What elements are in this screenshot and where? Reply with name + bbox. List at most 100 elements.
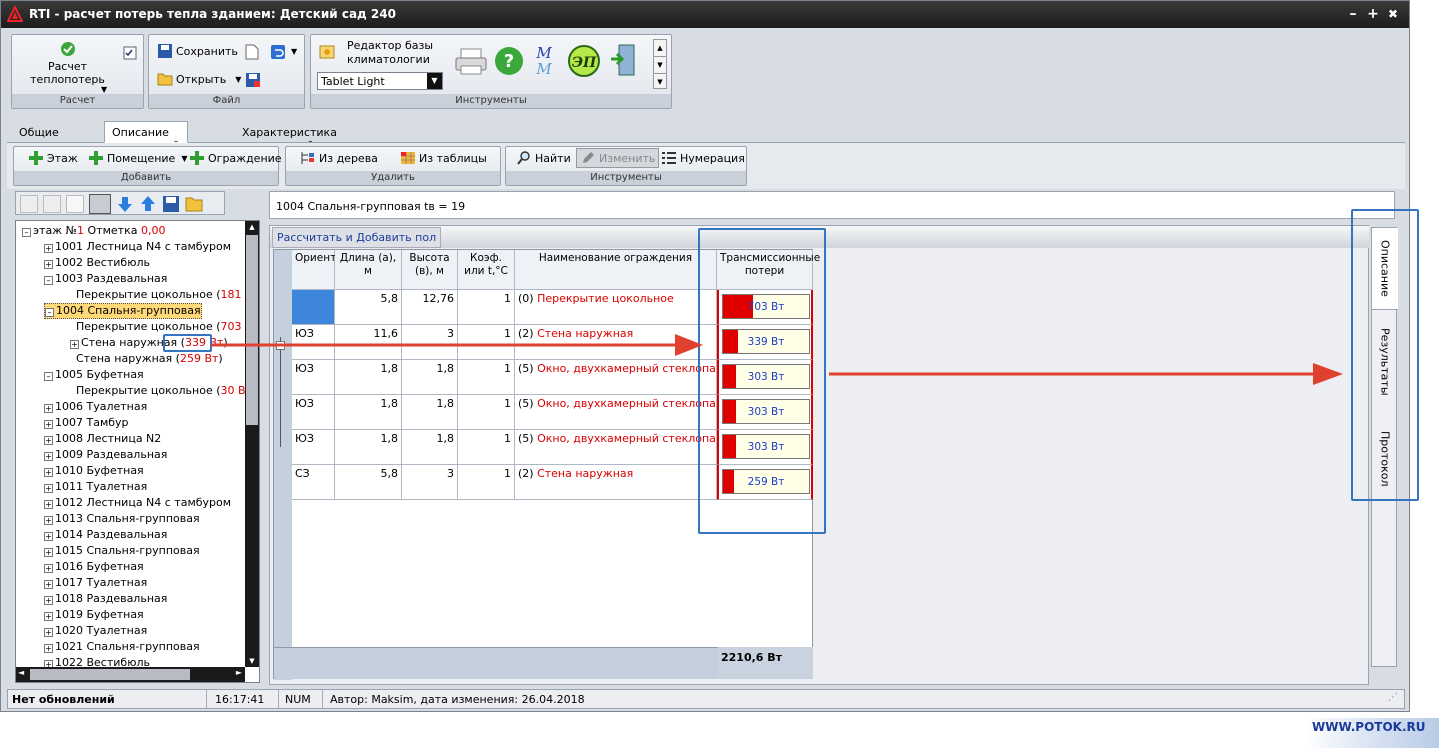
cell-len[interactable]: 1,8 <box>335 360 402 395</box>
tree-item[interactable]: +1008 Лестница N2 <box>44 431 161 447</box>
expand-icon[interactable]: + <box>44 244 53 253</box>
tree-item[interactable]: +1011 Туалетная <box>44 479 147 495</box>
expand-icon[interactable]: + <box>44 580 53 589</box>
tree-item[interactable]: +1014 Раздевальная <box>44 527 167 543</box>
edit-button[interactable]: Изменить <box>576 148 660 168</box>
collapse-icon[interactable]: – <box>44 372 53 381</box>
find-button[interactable]: Найти <box>516 150 571 166</box>
cell-k[interactable]: 1 <box>458 290 515 325</box>
tree-collapse-icon[interactable] <box>43 195 61 213</box>
tree-vscrollbar[interactable]: ▲ ▼ <box>245 221 259 667</box>
tree-item[interactable]: +1002 Вестибюль <box>44 255 150 271</box>
maximize-button[interactable]: + <box>1365 5 1381 23</box>
cell-k[interactable]: 1 <box>458 465 515 500</box>
expand-icon[interactable]: + <box>44 484 53 493</box>
cell-h[interactable]: 1,8 <box>402 360 458 395</box>
close-button[interactable]: ✖ <box>1385 5 1401 23</box>
expand-icon[interactable]: + <box>44 612 53 621</box>
cell-k[interactable]: 1 <box>458 395 515 430</box>
ep-icon[interactable]: ЭП <box>567 44 601 78</box>
minimize-button[interactable]: – <box>1345 5 1361 23</box>
tree-item[interactable]: +1018 Раздевальная <box>44 591 167 607</box>
new-document-icon[interactable] <box>245 44 259 60</box>
add-enclosure-button[interactable]: Ограждение <box>189 150 282 166</box>
column-header[interactable]: Длина (а), м <box>335 250 402 290</box>
tree-scroll-right-icon[interactable]: ► <box>236 668 242 677</box>
tree-item[interactable]: +1012 Лестница N4 с тамбуром <box>44 495 231 511</box>
cell-len[interactable]: 5,8 <box>335 290 402 325</box>
tree-item[interactable]: +1017 Туалетная <box>44 575 147 591</box>
expand-icon[interactable]: + <box>44 516 53 525</box>
tree-item[interactable]: +1021 Спальня-групповая <box>44 639 200 655</box>
scroll-up-icon[interactable]: ▲ <box>654 40 666 56</box>
add-floor-button[interactable]: Этаж <box>28 150 78 166</box>
cell-h[interactable]: 1,8 <box>402 430 458 465</box>
save-button[interactable]: Сохранить <box>157 43 238 59</box>
expand-icon[interactable]: + <box>44 500 53 509</box>
tree-item[interactable]: +1015 Спальня-групповая <box>44 543 200 559</box>
room-field[interactable]: 1004 Спальня-групповая tв = 19 <box>269 191 1395 219</box>
add-room-dropdown-icon[interactable]: ▼ <box>181 154 187 163</box>
expand-icon[interactable]: + <box>44 644 53 653</box>
move-down-icon[interactable] <box>116 195 134 213</box>
cell-k[interactable]: 1 <box>458 430 515 465</box>
collapse-icon[interactable]: – <box>44 276 53 285</box>
open-button[interactable]: Открыть ▼ <box>157 72 241 86</box>
cell-len[interactable]: 1,8 <box>335 395 402 430</box>
tree-item[interactable]: +1006 Туалетная <box>44 399 147 415</box>
tree-item[interactable]: Перекрытие цокольное (30 Вт) <box>70 383 256 399</box>
tree-item[interactable]: +1001 Лестница N4 с тамбуром <box>44 239 231 255</box>
expand-icon[interactable]: + <box>44 596 53 605</box>
tree-item[interactable]: –1003 Раздевальная <box>44 271 167 287</box>
tree-save-icon[interactable] <box>162 195 180 213</box>
tab-rooms[interactable]: Описание помещений <box>104 121 188 152</box>
cell-orient[interactable]: СЗ <box>292 465 335 500</box>
cell-k[interactable]: 1 <box>458 360 515 395</box>
tree-hscrollbar[interactable]: ◄ ► <box>16 667 245 682</box>
tree-scroll-down-icon[interactable]: ▼ <box>245 655 259 667</box>
cell-h[interactable]: 12,76 <box>402 290 458 325</box>
tree-item[interactable]: –1004 Спальня-групповая <box>44 303 202 319</box>
expand-icon[interactable]: + <box>44 260 53 269</box>
tree-scroll-thumb[interactable] <box>246 235 258 425</box>
tree-scroll-up-icon[interactable]: ▲ <box>245 221 259 233</box>
column-header[interactable]: Коэф. или t,°C <box>458 250 515 290</box>
tree-item[interactable]: +1013 Спальня-групповая <box>44 511 200 527</box>
tree-item[interactable]: –1005 Буфетная <box>44 367 144 383</box>
tab-general[interactable]: Общие данные <box>11 121 71 152</box>
move-up-icon[interactable] <box>139 195 157 213</box>
expand-icon[interactable]: + <box>44 548 53 557</box>
cell-h[interactable]: 3 <box>402 465 458 500</box>
checklist-icon[interactable] <box>122 45 138 61</box>
save-as-icon[interactable] <box>245 72 261 88</box>
collapse-icon[interactable]: – <box>22 228 31 237</box>
tree-item[interactable]: +1016 Буфетная <box>44 559 144 575</box>
exit-door-icon[interactable] <box>609 43 637 77</box>
delete-from-table-button[interactable]: Из таблицы <box>400 150 487 166</box>
tree-scroll-left-icon[interactable]: ◄ <box>18 668 24 677</box>
expand-icon[interactable]: + <box>44 452 53 461</box>
climate-editor-button[interactable]: Редактор базы климатологии <box>317 38 442 66</box>
resize-grip-icon[interactable]: ⋰ <box>1388 692 1398 703</box>
expand-icon[interactable]: + <box>44 436 53 445</box>
theme-select[interactable]: Tablet Light ▼ <box>317 72 443 90</box>
tab-enclosures[interactable]: Характеристика ограждений <box>234 121 345 152</box>
cell-len[interactable]: 1,8 <box>335 430 402 465</box>
tree-item[interactable]: +1010 Буфетная <box>44 463 144 479</box>
tree-item[interactable]: +1009 Раздевальная <box>44 447 167 463</box>
tree-item[interactable]: Перекрытие цокольное (181 Вт) <box>70 287 259 303</box>
theme-dropdown-arrow-icon[interactable]: ▼ <box>427 73 442 89</box>
cell-name[interactable]: (2) Стена наружная <box>515 465 717 500</box>
cell-orient[interactable]: ЮЗ <box>292 360 335 395</box>
tree-open-icon[interactable] <box>185 195 203 213</box>
column-header[interactable]: Наименование ограждения <box>515 250 717 290</box>
calc-dropdown-arrow-icon[interactable]: ▼ <box>101 85 107 94</box>
open-dropdown-arrow-icon[interactable]: ▼ <box>235 75 241 84</box>
cell-name[interactable]: (5) Окно, двухкамерный стеклопакет <box>515 360 717 395</box>
paste-icon[interactable] <box>89 194 111 214</box>
ribbon-scroll[interactable]: ▲ ▼ ▼ <box>653 39 667 89</box>
cell-orient[interactable]: ЮЗ <box>292 395 335 430</box>
expand-icon[interactable]: + <box>44 532 53 541</box>
scroll-more-icon[interactable]: ▼ <box>654 73 666 90</box>
cell-name[interactable]: (5) Окно, двухкамерный стеклопакет <box>515 395 717 430</box>
